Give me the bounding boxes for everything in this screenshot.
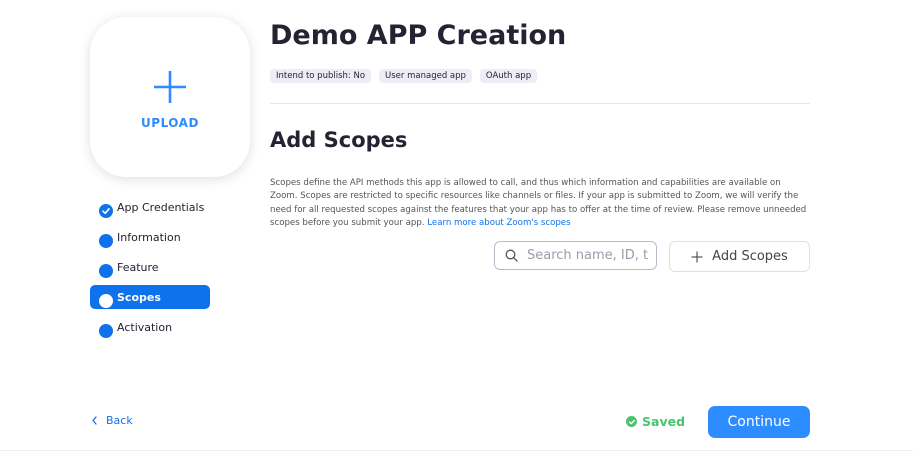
continue-button[interactable]: Continue (708, 406, 810, 438)
saved-label: Saved (642, 414, 686, 429)
search-input[interactable] (525, 247, 651, 264)
step-app-credentials[interactable]: App Credentials (90, 195, 215, 219)
footer-divider (0, 450, 913, 451)
chevron-left-icon (92, 416, 97, 425)
app-tags: Intend to publish: No User managed app O… (270, 69, 538, 83)
upload-button[interactable]: UPLOAD (90, 17, 250, 177)
saved-status: Saved (626, 414, 685, 429)
dot-icon (99, 234, 113, 248)
tag-app-type: User managed app (379, 69, 472, 83)
step-feature[interactable]: Feature (90, 255, 215, 279)
step-label: Scopes (117, 291, 161, 304)
divider (270, 103, 810, 104)
page-title: Demo APP Creation (270, 20, 567, 51)
section-description: Scopes define the API methods this app i… (270, 177, 810, 231)
check-circle-icon (626, 416, 637, 427)
step-label: Activation (117, 321, 173, 334)
upload-label: UPLOAD (141, 116, 199, 130)
add-scopes-label: Add Scopes (712, 249, 788, 264)
dot-icon (99, 294, 113, 308)
dot-icon (99, 324, 113, 338)
section-title: Add Scopes (270, 128, 408, 152)
plus-icon (691, 251, 703, 262)
add-scopes-button[interactable]: Add Scopes (669, 241, 810, 272)
step-information[interactable]: Information (90, 225, 215, 249)
search-icon (505, 249, 518, 262)
step-scopes[interactable]: Scopes (90, 285, 210, 309)
back-label: Back (106, 414, 133, 427)
plus-icon (154, 71, 186, 103)
check-circle-icon (99, 204, 113, 218)
step-label: App Credentials (117, 201, 205, 214)
tag-publish: Intend to publish: No (270, 69, 372, 83)
tag-auth: OAuth app (479, 69, 538, 83)
steps-nav: App Credentials Information Feature Scop… (90, 195, 215, 345)
step-label: Information (117, 231, 181, 244)
back-link[interactable]: Back (91, 414, 133, 427)
learn-more-link[interactable]: Learn more about Zoom's scopes (427, 218, 570, 228)
step-activation[interactable]: Activation (90, 315, 215, 339)
search-box[interactable] (494, 241, 657, 270)
dot-icon (99, 264, 113, 278)
step-label: Feature (117, 261, 159, 274)
